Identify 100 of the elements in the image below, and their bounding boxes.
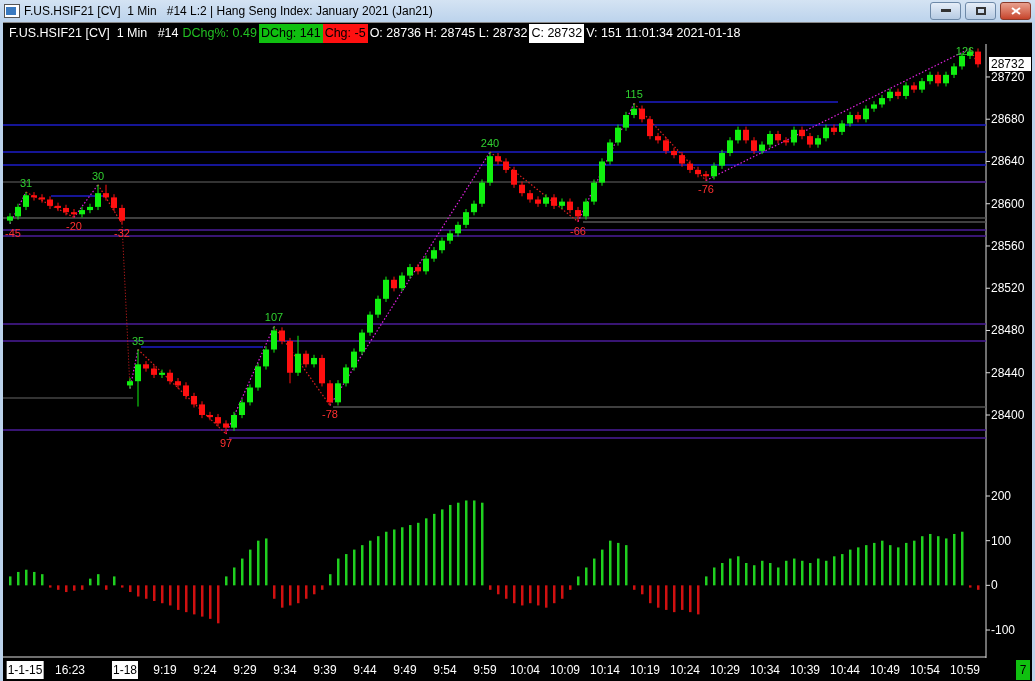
histogram-bar <box>281 585 284 608</box>
info-field: DChg: 141 <box>258 24 323 43</box>
candlestick <box>479 178 485 208</box>
swing-label: 240 <box>480 136 500 149</box>
candlestick <box>255 362 261 392</box>
histogram-bar <box>793 558 796 586</box>
candlestick <box>135 349 141 408</box>
histogram-bar <box>241 558 244 586</box>
histogram-bar <box>657 585 660 608</box>
swing-label: 30 <box>91 169 105 182</box>
histogram-bar <box>945 538 948 586</box>
histogram-bar <box>289 585 292 606</box>
histogram-bar <box>921 536 924 586</box>
window-title: F.US.HSIF21 [CV] 1 Min #14 L:2 | Hang Seng Index: January 2021 (Jan21) <box>24 3 434 20</box>
histogram-bar <box>217 585 220 624</box>
histogram-bar <box>137 585 140 597</box>
candlestick <box>399 271 405 292</box>
candlestick <box>911 81 917 94</box>
histogram-axis-label: 100 <box>991 533 1012 548</box>
price-axis-label: 28440 <box>991 365 1025 380</box>
candlestick <box>783 136 789 147</box>
histogram-bar <box>297 585 300 604</box>
candlestick <box>543 193 549 208</box>
swing-label: -20 <box>66 220 82 233</box>
histogram-bar <box>265 538 268 586</box>
candlestick <box>103 184 109 202</box>
histogram-bar <box>401 527 404 586</box>
histogram-axis-label: 200 <box>991 489 1012 503</box>
histogram-bar <box>9 576 12 586</box>
histogram-bar <box>361 545 364 586</box>
histogram-bar <box>929 533 932 586</box>
histogram-bar <box>833 556 836 586</box>
candlestick <box>727 136 733 157</box>
histogram-bar <box>313 585 316 595</box>
candlestick <box>647 115 653 140</box>
histogram-bar <box>505 585 508 599</box>
histogram-bar <box>209 585 212 619</box>
histogram-bar <box>33 571 36 586</box>
status-badge: 7 <box>1016 660 1030 680</box>
histogram-bar <box>329 574 332 586</box>
histogram-bar <box>625 545 628 586</box>
swing-label: -66 <box>570 224 586 237</box>
histogram-bar <box>857 547 860 586</box>
time-axis-label: 10:04 <box>509 662 541 679</box>
candlestick <box>655 132 661 145</box>
histogram-bar <box>777 567 780 586</box>
histogram-bar <box>641 585 644 595</box>
price-axis-label: 28520 <box>991 281 1025 296</box>
histogram-bar <box>385 531 388 586</box>
histogram-bar <box>145 585 148 599</box>
candlestick <box>887 88 893 102</box>
time-axis-label: 10:44 <box>829 662 861 679</box>
histogram-bar <box>953 533 956 586</box>
minimize-icon <box>940 9 951 13</box>
histogram-bar <box>633 585 636 590</box>
histogram-bar <box>177 585 180 610</box>
candlestick <box>263 345 269 371</box>
time-axis-label: 9:54 <box>432 662 458 679</box>
minimize-button[interactable] <box>930 2 961 20</box>
histogram-bar <box>545 585 548 608</box>
histogram-bar <box>489 585 492 590</box>
swing-label: -32 <box>114 226 130 239</box>
candlestick <box>975 47 981 68</box>
candlestick <box>239 398 245 419</box>
candlestick <box>151 364 157 379</box>
histogram-bar <box>897 547 900 586</box>
close-button[interactable] <box>1000 2 1031 20</box>
histogram-bar <box>745 563 748 586</box>
price-axis-label: 28560 <box>991 239 1025 253</box>
histogram-bar <box>105 585 108 590</box>
candlestick <box>559 197 565 210</box>
histogram-bar <box>889 545 892 586</box>
close-icon <box>1010 7 1021 15</box>
histogram-bar <box>577 576 580 586</box>
histogram-bar <box>809 563 812 586</box>
histogram-bar <box>873 542 876 586</box>
time-axis-label: 10:34 <box>749 662 781 679</box>
candlestick <box>599 157 605 187</box>
time-axis-label: 9:29 <box>232 662 258 679</box>
histogram-bar <box>673 585 676 613</box>
histogram-bar <box>17 571 20 586</box>
candlestick <box>703 170 709 181</box>
candlestick <box>159 369 165 379</box>
current-price-label: 28732 <box>989 57 1031 71</box>
candlestick <box>7 212 13 225</box>
histogram-bar <box>825 560 828 586</box>
candlestick <box>55 202 61 212</box>
histogram-bar <box>761 560 764 586</box>
swing-label: 31 <box>19 177 33 190</box>
histogram-bar <box>425 518 428 586</box>
histogram-bar <box>185 585 188 613</box>
candlestick <box>463 208 469 229</box>
histogram-bar <box>89 578 92 586</box>
histogram-bar <box>961 531 964 586</box>
histogram-bar <box>785 560 788 586</box>
maximize-button[interactable] <box>965 2 996 20</box>
candlestick <box>535 195 541 208</box>
histogram-bar <box>849 549 852 586</box>
histogram-bar <box>585 567 588 586</box>
candlestick <box>695 166 701 178</box>
